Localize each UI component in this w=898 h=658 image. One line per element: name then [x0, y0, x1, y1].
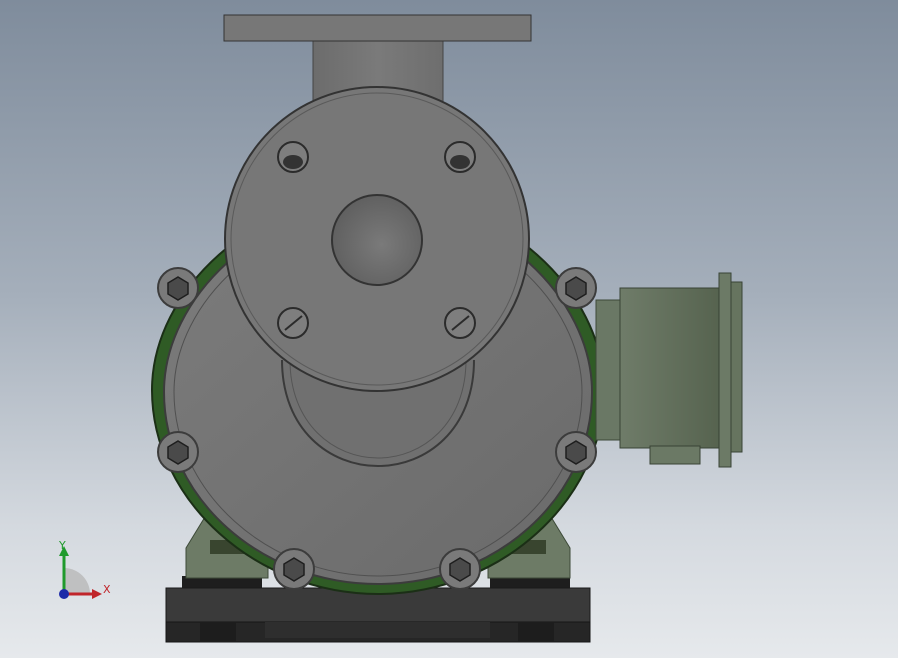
inlet-bore: [331, 194, 423, 286]
triad-x-arrow: [92, 589, 102, 599]
triad-x-label: X: [103, 583, 111, 596]
pump-model: [150, 14, 743, 643]
triad-y-label: Y: [59, 539, 66, 552]
cad-viewport[interactable]: Y X: [0, 0, 898, 658]
triad-quarter-disc: [64, 568, 90, 594]
motor-terminal-box: [595, 272, 743, 468]
suction-flange: [224, 86, 530, 392]
triad-z-axis: [59, 589, 69, 599]
